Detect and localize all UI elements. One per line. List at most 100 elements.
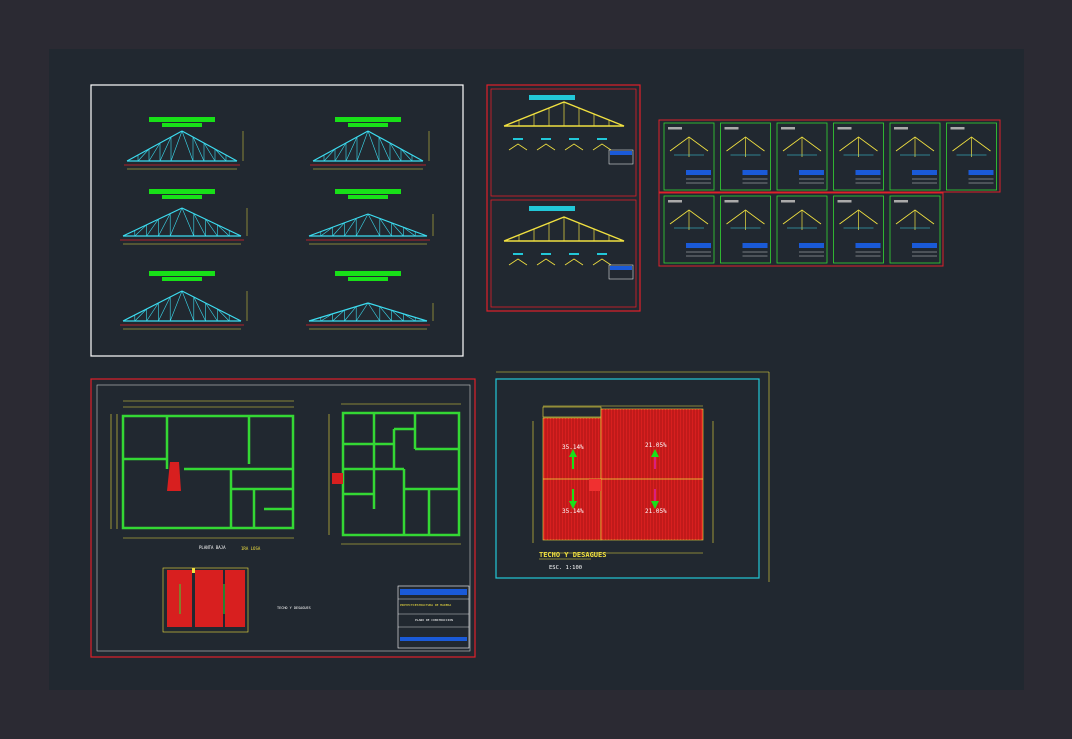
truss-subtitle-bar bbox=[348, 195, 388, 199]
slope-label-2: 21.05% bbox=[645, 442, 667, 449]
joint-label bbox=[541, 253, 551, 255]
fireplace-red bbox=[167, 462, 181, 491]
detail-cell bbox=[889, 122, 941, 191]
top-chord-right bbox=[181, 207, 242, 237]
drawing-svg: PLANTA BAJA 1RA LOSA TECHO Y DESAGUES PR… bbox=[90, 84, 1001, 658]
mini-title-band bbox=[610, 266, 632, 270]
top-chord-left bbox=[308, 302, 369, 322]
title-block-sheet-title: PLANO DE CONSTRUCCION bbox=[415, 618, 453, 622]
roof-plan-title: TECHO Y DESAGUES bbox=[539, 551, 606, 559]
detail-cell bbox=[833, 195, 884, 264]
truss-title-bar bbox=[335, 117, 401, 122]
detail-title-bar bbox=[529, 206, 575, 211]
truss-subtitle-bar bbox=[162, 123, 202, 127]
joint-sketch bbox=[508, 258, 528, 266]
truss-title-bar bbox=[335, 189, 401, 194]
diagonal-web bbox=[217, 224, 230, 237]
plan-label-2: 1RA LOSA bbox=[241, 546, 261, 551]
top-chord-right bbox=[367, 213, 428, 237]
detail-title-bar bbox=[529, 95, 575, 100]
cell-title bbox=[894, 127, 908, 130]
small-roof-plan bbox=[162, 567, 249, 633]
plan-label-1: PLANTA BAJA bbox=[199, 545, 226, 550]
truss-elevation bbox=[306, 189, 434, 245]
joint-label bbox=[541, 138, 551, 140]
joint-label bbox=[513, 138, 523, 140]
detail-cell bbox=[663, 195, 715, 264]
truss-elevation bbox=[306, 271, 434, 330]
cell-title bbox=[668, 200, 682, 203]
diagonal-web bbox=[403, 226, 416, 237]
joint-sketch bbox=[592, 143, 612, 151]
diagonal-web bbox=[214, 148, 227, 162]
yellow-detail-page bbox=[503, 95, 634, 165]
title-block: PROYECTO: ESTRUCTURA DE MADERA PLANO DE … bbox=[397, 585, 470, 649]
mini-title-band bbox=[610, 151, 632, 155]
slope-label-1: 35.14% bbox=[562, 444, 584, 451]
top-chord-left bbox=[122, 207, 183, 237]
truss-title-bar bbox=[149, 271, 215, 276]
top-chord-left bbox=[122, 290, 183, 322]
joint-label bbox=[569, 253, 579, 255]
diagonal-web bbox=[134, 224, 147, 237]
joint-label bbox=[513, 253, 523, 255]
cell-title-band bbox=[799, 170, 824, 175]
cell-title-band bbox=[799, 243, 824, 248]
top-chord-right bbox=[181, 130, 238, 162]
cell-title-band bbox=[742, 243, 768, 248]
joint-sketch bbox=[508, 143, 528, 151]
detail-page-2 bbox=[490, 199, 637, 308]
cell-title bbox=[894, 200, 908, 203]
yellow-detail-page bbox=[503, 206, 634, 280]
details-row-2-frame bbox=[658, 192, 944, 267]
top-chord-left bbox=[308, 213, 369, 237]
model-space-canvas[interactable]: PLANTA BAJA 1RA LOSA TECHO Y DESAGUES PR… bbox=[49, 49, 1024, 690]
cell-title-band bbox=[742, 170, 768, 175]
title-block-label: PROYECTO: bbox=[400, 603, 416, 607]
joint-label bbox=[569, 138, 579, 140]
truss-subtitle-bar bbox=[348, 123, 388, 127]
top-chord-left bbox=[312, 130, 369, 162]
detail-cell bbox=[889, 195, 941, 264]
diagonal-web bbox=[320, 226, 333, 237]
slope-label-3: 35.14% bbox=[562, 508, 584, 515]
top-chord-right bbox=[367, 302, 428, 322]
detail-cell bbox=[833, 122, 884, 191]
truss-elevation bbox=[120, 189, 248, 245]
floor-plan-1-walls bbox=[121, 414, 295, 530]
joint-sketch bbox=[564, 258, 584, 266]
truss-detail-sheet[interactable] bbox=[486, 84, 641, 312]
title-block-project: ESTRUCTURA DE MADERA bbox=[415, 603, 451, 607]
sheet-frame bbox=[486, 84, 641, 312]
diagonal-web bbox=[217, 308, 230, 322]
joint-sketch bbox=[536, 258, 556, 266]
cell-title bbox=[837, 200, 852, 203]
cell-title bbox=[950, 127, 965, 130]
detail-cell bbox=[776, 122, 828, 191]
diagonal-web bbox=[137, 148, 150, 162]
cell-title-band bbox=[912, 243, 937, 248]
diagonal-web bbox=[400, 148, 413, 162]
detail-cell bbox=[720, 122, 771, 191]
roof-plan-sheet[interactable]: 35.14% 21.05% 35.14% 21.05% TECHO Y DESA… bbox=[495, 371, 770, 582]
truss-elevations-sheet[interactable] bbox=[90, 84, 464, 357]
truss-elevation bbox=[310, 117, 430, 170]
cell-title bbox=[668, 127, 682, 130]
detail-cell bbox=[946, 122, 997, 191]
top-chord-right bbox=[181, 290, 242, 322]
cell-title bbox=[837, 127, 852, 130]
joint-sketch bbox=[536, 143, 556, 151]
cell-title-band bbox=[912, 170, 937, 175]
diagonal-web bbox=[134, 308, 147, 322]
cell-title-band bbox=[855, 170, 881, 175]
truss-elevation bbox=[120, 271, 248, 330]
joint-sketch bbox=[592, 258, 612, 266]
connection-details-sheet[interactable] bbox=[658, 119, 1001, 267]
truss-title-bar bbox=[149, 189, 215, 194]
joint-sketch bbox=[564, 143, 584, 151]
roof-label-small: TECHO Y DESAGUES bbox=[277, 606, 311, 610]
dimension-lines bbox=[110, 400, 461, 545]
details-row-1-frame bbox=[658, 119, 1001, 193]
floor-plan-sheet[interactable]: PLANTA BAJA 1RA LOSA TECHO Y DESAGUES PR… bbox=[90, 378, 476, 658]
detail-cell bbox=[663, 122, 715, 191]
